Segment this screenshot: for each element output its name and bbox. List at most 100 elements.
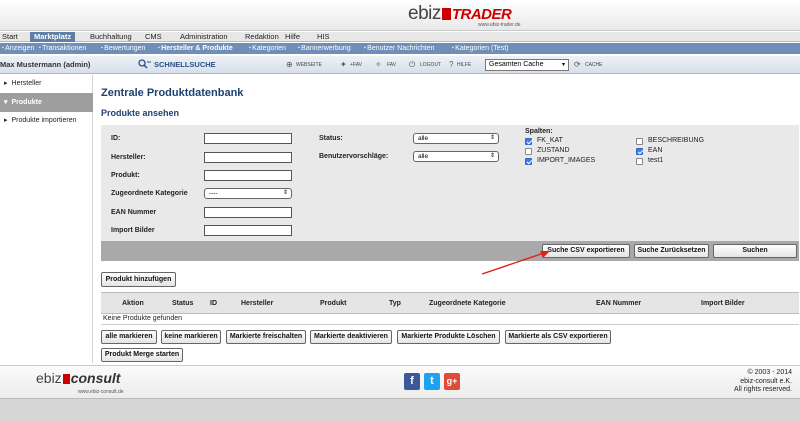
help-link[interactable]: HILFE xyxy=(457,59,471,71)
logo-text-left: ebiz xyxy=(408,3,441,24)
logout-link[interactable]: LOGOUT xyxy=(420,59,441,71)
chevron-right-icon: ▸ xyxy=(4,117,8,124)
id-label: ID: xyxy=(111,135,121,142)
kategorie-label: Zugeordnete Kategorie xyxy=(111,190,188,197)
submenu-item-kategorien[interactable]: Kategorien xyxy=(249,43,286,54)
help-icon: ? xyxy=(449,60,454,69)
status-select-value: alle xyxy=(418,135,429,142)
logout-icon: ⏻ xyxy=(409,60,416,69)
star-plus-icon: ✦ xyxy=(340,60,347,69)
column-header-status[interactable]: Status xyxy=(172,300,193,307)
chevron-right-icon: ▸ xyxy=(4,80,8,87)
sidebar-item-produkte-importieren[interactable]: ▸ Produkte importieren xyxy=(0,112,93,129)
quicksearch-link[interactable]: SCHNELLSUCHE xyxy=(154,59,216,71)
merge-product-button[interactable]: Produkt Merge starten xyxy=(101,348,183,362)
produkt-input[interactable] xyxy=(204,170,292,181)
cache-select[interactable]: Gesamten Cache ▾ xyxy=(485,59,569,71)
delete-selected-button[interactable]: Markierte Produkte Löschen xyxy=(397,330,500,344)
submenu-item-kategorien-test[interactable]: Kategorien (Test) xyxy=(452,43,508,54)
vorschlaege-select[interactable]: alle ⇕ xyxy=(413,151,499,162)
deselect-all-button[interactable]: keine markieren xyxy=(161,330,221,344)
activate-selected-button[interactable]: Markierte freischalten xyxy=(226,330,306,344)
id-input[interactable] xyxy=(204,133,292,144)
results-table-header: Aktion Status ID Hersteller Produkt Typ … xyxy=(101,292,799,314)
menu-item-cms[interactable]: CMS xyxy=(145,32,162,42)
submenu-item-benutzer-nachrichten[interactable]: Benutzer Nachrichten xyxy=(364,43,434,54)
logo-text-right: TRADER xyxy=(451,6,512,23)
add-product-button[interactable]: Produkt hinzufügen xyxy=(101,272,176,287)
search-button[interactable]: Suchen xyxy=(713,244,797,258)
bottom-strip xyxy=(0,398,800,421)
current-user: Max Mustermann (admin) xyxy=(0,60,91,69)
column-checkbox-fk-kat[interactable] xyxy=(525,138,532,145)
column-label: EAN xyxy=(648,147,663,154)
menu-item-redaktion[interactable]: Redaktion xyxy=(245,32,279,42)
column-label: ZUSTAND xyxy=(537,147,570,154)
ean-label: EAN Nummer xyxy=(111,209,157,216)
menu-item-start[interactable]: Start xyxy=(2,32,18,42)
cache-link[interactable]: CACHE xyxy=(585,59,603,71)
copyright-line: All rights reserved. xyxy=(734,386,792,393)
sidebar-item-produkte[interactable]: ▾ Produkte xyxy=(0,93,93,112)
column-header-produkt[interactable]: Produkt xyxy=(320,300,346,307)
ean-input[interactable] xyxy=(204,207,292,218)
column-checkbox-beschreibung[interactable] xyxy=(636,138,643,145)
copyright-line: ebiz-consult e.K. xyxy=(740,377,792,385)
google-plus-icon[interactable]: g+ xyxy=(444,373,460,390)
menu-item-hilfe[interactable]: Hilfe xyxy=(285,32,300,42)
sidebar-item-hersteller[interactable]: ▸ Hersteller xyxy=(0,75,93,92)
sub-menu: Anzeigen Transaktionen Bewertungen Herst… xyxy=(0,43,800,54)
column-checkbox-import-images[interactable] xyxy=(525,158,532,165)
column-checkbox-test1[interactable] xyxy=(636,158,643,165)
spalten-label: Spalten: xyxy=(525,128,553,135)
import-label: Import Bilder xyxy=(111,227,155,234)
column-header-hersteller[interactable]: Hersteller xyxy=(241,300,273,307)
menu-item-marktplatz[interactable]: Marktplatz xyxy=(30,32,76,42)
fav-link[interactable]: FAV xyxy=(387,59,396,71)
search-form: ID: Hersteller: Produkt: Zugeordnete Kat… xyxy=(101,125,799,241)
submenu-item-transaktionen[interactable]: Transaktionen xyxy=(39,43,86,54)
webseite-link[interactable]: WEBSEITE xyxy=(296,59,322,71)
export-selected-csv-button[interactable]: Markierte als CSV exportieren xyxy=(505,330,611,344)
column-header-id[interactable]: ID xyxy=(210,300,217,307)
facebook-icon[interactable]: f xyxy=(404,373,420,390)
menu-item-his[interactable]: HIS xyxy=(317,32,330,42)
menu-item-buchhaltung[interactable]: Buchhaltung xyxy=(90,32,132,42)
main-menu: Start Marktplatz Buchhaltung CMS Adminis… xyxy=(0,32,800,42)
select-all-button[interactable]: alle markieren xyxy=(101,330,157,344)
submenu-item-bannerwerbung[interactable]: Bannerwerbung xyxy=(298,43,350,54)
deactivate-selected-button[interactable]: Markierte deaktivieren xyxy=(310,330,392,344)
kategorie-select-value: ---- xyxy=(209,190,218,197)
column-header-ean[interactable]: EAN Nummer xyxy=(596,300,641,307)
menu-item-administration[interactable]: Administration xyxy=(180,32,228,42)
footer-url: www.ebiz-consult.de xyxy=(78,389,124,395)
logo-square-icon xyxy=(62,374,70,384)
reset-search-button[interactable]: Suche Zurücksetzen xyxy=(634,244,709,258)
vorschlaege-label: Benutzervorschläge: xyxy=(319,153,389,160)
kategorie-select[interactable]: ---- ⇕ xyxy=(204,188,292,199)
submenu-item-hersteller-produkte[interactable]: Hersteller & Produkte xyxy=(158,43,233,54)
column-checkbox-ean[interactable] xyxy=(636,148,643,155)
column-header-kategorie[interactable]: Zugeordnete Kategorie xyxy=(429,300,506,307)
submenu-item-bewertungen[interactable]: Bewertungen xyxy=(101,43,145,54)
footer-logo-text-right: consult xyxy=(70,370,121,386)
column-label: FK_KAT xyxy=(537,137,563,144)
sidebar-item-label: Produkte xyxy=(11,99,42,106)
column-checkbox-zustand[interactable] xyxy=(525,148,532,155)
ebiz-consult-logo[interactable]: ebiz consult xyxy=(36,370,120,386)
status-select[interactable]: alle ⇕ xyxy=(413,133,499,144)
column-header-aktion[interactable]: Aktion xyxy=(122,300,144,307)
vorschlaege-select-value: alle xyxy=(418,153,429,160)
fav-add-link[interactable]: +FAV xyxy=(350,59,362,71)
search-icon[interactable] xyxy=(138,59,152,71)
sidebar-item-label: Produkte importieren xyxy=(11,117,77,124)
chevron-updown-icon: ⇕ xyxy=(282,190,288,196)
twitter-icon[interactable]: t xyxy=(424,373,440,390)
copyright-line: © 2003 - 2014 xyxy=(747,369,792,376)
import-input[interactable] xyxy=(204,225,292,236)
logo-url: www.ebiz-trader.de xyxy=(478,22,521,28)
column-header-import-bilder[interactable]: Import Bilder xyxy=(701,300,745,307)
hersteller-input[interactable] xyxy=(204,152,292,163)
submenu-item-anzeigen[interactable]: Anzeigen xyxy=(2,43,34,54)
column-header-typ[interactable]: Typ xyxy=(389,300,401,307)
